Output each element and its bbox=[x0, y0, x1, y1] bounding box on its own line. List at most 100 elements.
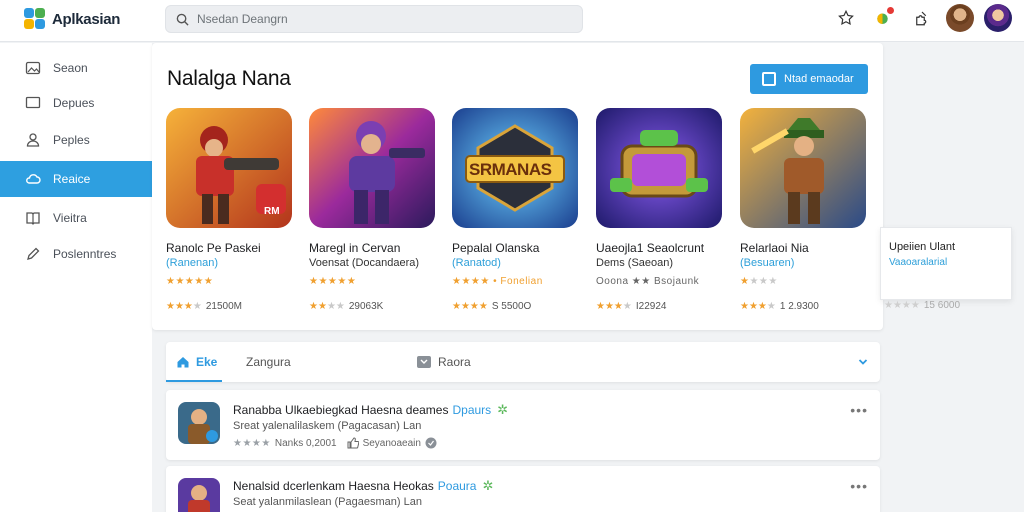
book-icon bbox=[26, 212, 40, 225]
info-icon[interactable] bbox=[425, 437, 437, 449]
game-subtitle: Voensat (Docandaera) bbox=[309, 257, 420, 269]
list-item-thumbnail bbox=[178, 402, 220, 444]
game-title: Ranolc Pe Paskei bbox=[166, 241, 261, 255]
list-item-stars: ★★★★ bbox=[233, 437, 271, 449]
notification-badge bbox=[886, 6, 895, 15]
tab-label: Eke bbox=[196, 355, 218, 369]
monitor-icon bbox=[25, 96, 41, 109]
peek-rating: ★★★★ 15 6000 bbox=[884, 300, 961, 311]
list-item-meta: ★★★★ Nanks 0,2001 Seyanoaeain bbox=[233, 437, 437, 449]
tab-eke[interactable]: Eke bbox=[176, 342, 217, 382]
sparkle-icon: ✲ bbox=[497, 402, 509, 417]
list-item-extra: Seyanoaeain bbox=[362, 437, 421, 449]
avatar-secondary[interactable] bbox=[984, 4, 1012, 32]
tab-active-indicator bbox=[166, 380, 222, 382]
square-icon bbox=[762, 72, 776, 86]
tab-zangura[interactable]: Zangura bbox=[246, 342, 291, 382]
sidebar-item-label: Seaon bbox=[53, 61, 88, 75]
list-item[interactable]: Nenalsid dcerlenkam Haesna Heokas Poaura ✲… bbox=[166, 466, 880, 512]
game-stars: ★★★★★ bbox=[166, 276, 214, 287]
game-title: Maregl in Cervan bbox=[309, 241, 401, 255]
rating-count: 15 6000 bbox=[923, 300, 961, 311]
logo-icon bbox=[24, 8, 46, 30]
section-title: Nalalga Nana bbox=[167, 67, 291, 90]
tab-label: Zangura bbox=[246, 355, 291, 369]
expand-tabs-button[interactable] bbox=[858, 342, 868, 382]
puzzle-icon[interactable] bbox=[908, 4, 936, 32]
rating-count: I22924 bbox=[635, 301, 667, 312]
top-icons bbox=[832, 4, 1012, 32]
app-name: Aplkasian bbox=[52, 10, 121, 28]
game-rating: ★★★★ S 5500O bbox=[452, 301, 532, 312]
sidebar-item-reaice[interactable]: Reaice bbox=[0, 161, 159, 197]
list-item-title-text: Ranabba Ulkaebiegkad Haesna deames bbox=[233, 403, 449, 417]
sidebar-item-peples[interactable]: Peples bbox=[0, 122, 152, 158]
search-input[interactable] bbox=[197, 12, 557, 26]
game-rating: ★★★★ 1 2.9300 bbox=[740, 301, 819, 312]
tab-label: Raora bbox=[438, 355, 471, 369]
home-icon bbox=[177, 357, 189, 368]
peek-card[interactable]: Upeiien Ulant Vaaoaralarial bbox=[880, 227, 1012, 300]
avatar[interactable] bbox=[946, 4, 974, 32]
game-card[interactable]: SRMANAS Pepalal Olanska (Ranatod) ★★★★ •… bbox=[452, 108, 582, 289]
game-art: RM bbox=[166, 108, 292, 228]
game-stars: Ooona ★★ Bsojaunk bbox=[596, 276, 700, 287]
list-item-subtitle: Sreat yalenalilaskem (Pagacasan) Lan bbox=[233, 420, 422, 432]
sidebar-item-seaon[interactable]: Seaon bbox=[0, 50, 152, 86]
thumbs-up-icon[interactable] bbox=[347, 437, 359, 449]
game-card[interactable]: Uaeojla1 Seaolcrunt Dems (Saeoan) Ooona … bbox=[596, 108, 726, 289]
search-icon bbox=[176, 13, 189, 26]
sidebar: Seaon Depues Peples Reaice Vieitra Posle… bbox=[0, 43, 159, 512]
list-item-thumbnail bbox=[178, 478, 220, 512]
list-item-title: Ranabba Ulkaebiegkad Haesna deames Dpaurs… bbox=[233, 402, 508, 418]
chat-icon bbox=[417, 356, 431, 368]
notification-icon[interactable] bbox=[870, 4, 898, 32]
app-logo[interactable]: Aplkasian bbox=[24, 8, 120, 30]
sidebar-item-depues[interactable]: Depues bbox=[0, 85, 152, 121]
list-item-tag[interactable]: Poaura bbox=[438, 479, 477, 493]
game-art bbox=[740, 108, 866, 228]
game-stars: ★★★★★ bbox=[309, 276, 357, 287]
game-title: Relarlaoi Nia bbox=[740, 241, 809, 255]
rating-count: S 5500O bbox=[491, 301, 532, 312]
game-badge: RM bbox=[264, 206, 280, 217]
featured-cta-button[interactable]: Ntad emaodar bbox=[750, 64, 868, 94]
tab-raora[interactable]: Raora bbox=[416, 342, 471, 382]
search-bar[interactable] bbox=[165, 5, 583, 33]
sidebar-item-vieitra[interactable]: Vieitra bbox=[0, 200, 152, 236]
sidebar-item-label: Depues bbox=[53, 96, 95, 110]
game-subtitle: (Ranenan) bbox=[166, 257, 218, 269]
game-rating: ★★★★ 29063K bbox=[309, 301, 384, 312]
game-rating: ★★★★ I22924 bbox=[596, 301, 667, 312]
game-title: Pepalal Olanska bbox=[452, 241, 540, 255]
game-art bbox=[309, 108, 435, 228]
rating-count: 29063K bbox=[348, 301, 384, 312]
game-stars: ★★★★ bbox=[740, 275, 870, 289]
list-item-title: Nenalsid dcerlenkam Haesna Heokas Poaura ✲ bbox=[233, 478, 493, 494]
cta-label: Ntad emaodar bbox=[784, 73, 854, 85]
game-stars: ★★★★ • Fonelian bbox=[452, 276, 543, 287]
peek-title: Upeiien Ulant bbox=[889, 241, 956, 253]
rating-count: 21500M bbox=[205, 301, 243, 312]
game-art-title: SRMANAS bbox=[469, 160, 552, 179]
game-card[interactable]: Relarlaoi Nia (Besuaren) ★★★★ bbox=[740, 108, 870, 289]
game-art bbox=[596, 108, 722, 228]
game-subtitle: (Besuaren) bbox=[740, 257, 795, 269]
sidebar-item-label: Poslenntres bbox=[53, 247, 117, 261]
star-empty-icons: ★★★ bbox=[749, 276, 778, 287]
game-card[interactable]: RM Ranolc Pe Paskei (Ranenan) ★★★★★ bbox=[166, 108, 296, 289]
more-options-icon[interactable]: ••• bbox=[850, 402, 868, 418]
list-item-tag[interactable]: Dpaurs bbox=[452, 403, 491, 417]
star-icon[interactable] bbox=[832, 4, 860, 32]
game-rating: ★★★★ 21500M bbox=[166, 301, 243, 312]
peek-subtitle: Vaaoaralarial bbox=[889, 257, 948, 268]
list-item[interactable]: Ranabba Ulkaebiegkad Haesna deames Dpaurs… bbox=[166, 390, 880, 460]
sidebar-item-poslenntres[interactable]: Poslenntres bbox=[0, 236, 152, 272]
list-item-title-text: Nenalsid dcerlenkam Haesna Heokas bbox=[233, 479, 434, 493]
game-title: Uaeojla1 Seaolcrunt bbox=[596, 241, 705, 255]
game-subtitle: (Ranatod) bbox=[452, 257, 501, 269]
game-art: SRMANAS bbox=[452, 108, 578, 228]
game-card[interactable]: Maregl in Cervan Voensat (Docandaera) ★★… bbox=[309, 108, 439, 289]
tab-bar: Eke Zangura Raora bbox=[166, 342, 880, 382]
more-options-icon[interactable]: ••• bbox=[850, 478, 868, 494]
